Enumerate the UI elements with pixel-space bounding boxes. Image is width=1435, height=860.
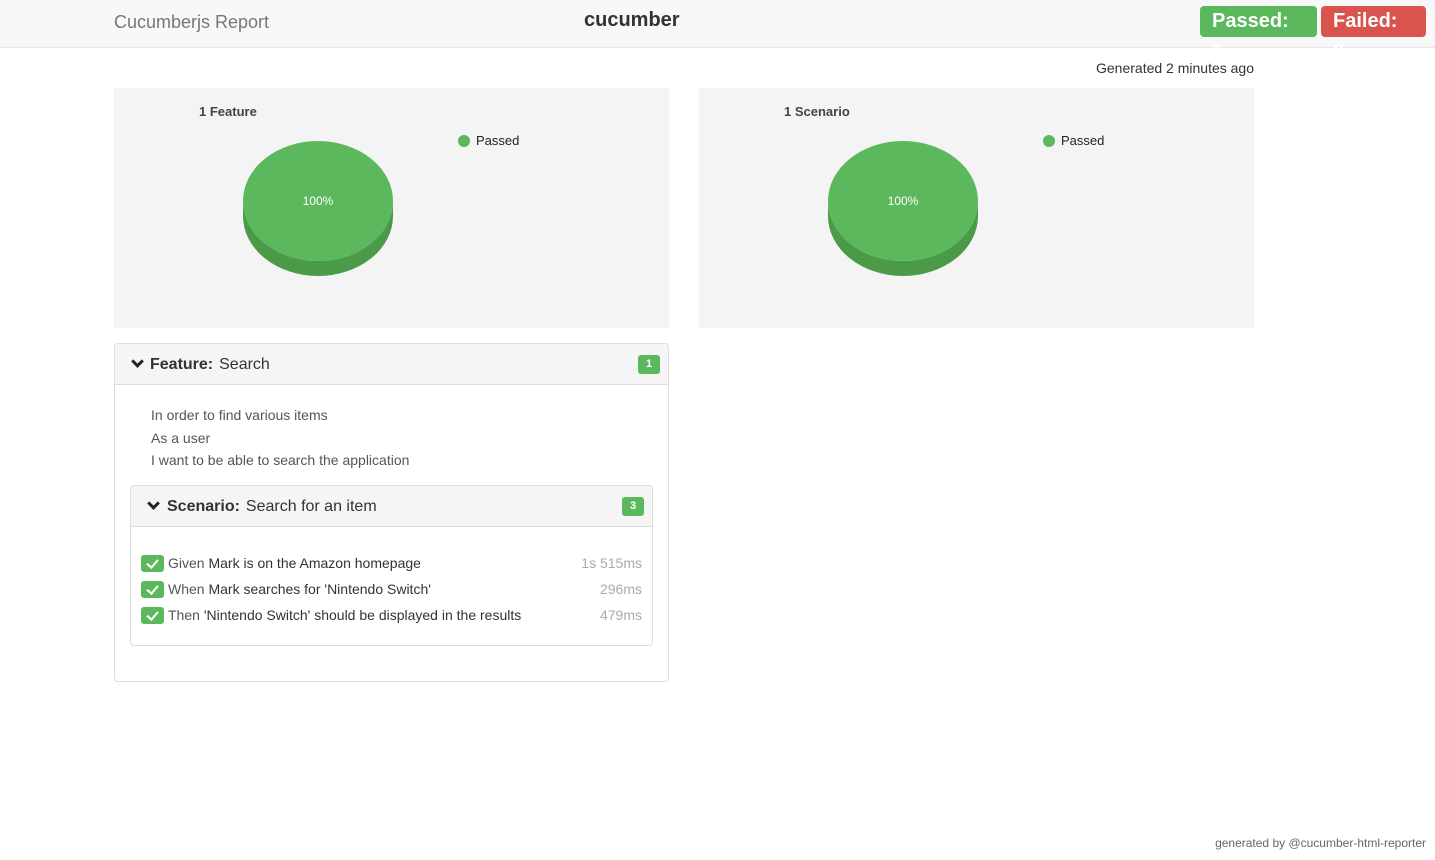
chart-legend[interactable]: Passed bbox=[458, 133, 519, 148]
step-row: When Mark searches for 'Nintendo Switch'… bbox=[141, 580, 642, 600]
step-name: Mark is on the Amazon homepage bbox=[208, 555, 421, 571]
feature-header[interactable]: Feature: Search 1 bbox=[115, 344, 668, 385]
step-text: Given Mark is on the Amazon homepage bbox=[168, 555, 421, 571]
feature-scenario-count-badge: 1 bbox=[638, 355, 660, 374]
footer-credit: generated by @cucumber-html-reporter bbox=[1215, 836, 1426, 850]
legend-dot-icon bbox=[1043, 134, 1055, 147]
step-text: When Mark searches for 'Nintendo Switch' bbox=[168, 581, 431, 597]
features-pie-chart: 100% bbox=[243, 141, 393, 276]
description-line: As a user bbox=[151, 429, 211, 446]
feature-panel: Feature: Search 1 In order to find variou… bbox=[114, 343, 669, 682]
description-line: In order to find various items bbox=[151, 407, 328, 423]
check-square-icon bbox=[141, 581, 164, 598]
feature-title: Feature: Search bbox=[150, 356, 270, 374]
chevron-down-icon[interactable] bbox=[147, 497, 160, 510]
step-name: 'Nintendo Switch' should be displayed in… bbox=[203, 607, 522, 623]
step-row: Then 'Nintendo Switch' should be display… bbox=[141, 606, 642, 626]
step-duration: 479ms bbox=[599, 607, 642, 623]
chart-legend[interactable]: Passed bbox=[1043, 133, 1104, 148]
check-square-icon bbox=[141, 607, 164, 624]
step-keyword: When bbox=[168, 581, 205, 597]
page-title: cucumber bbox=[584, 9, 680, 31]
brand-link[interactable]: Cucumberjs Report bbox=[114, 12, 269, 33]
legend-label: Passed bbox=[476, 133, 520, 148]
scenario-step-count-badge: 3 bbox=[622, 497, 644, 516]
description-line: I want to be able to search the applicat… bbox=[151, 452, 410, 468]
step-keyword: Then bbox=[168, 607, 200, 623]
features-chart-panel: 100% 1 Feature Passed bbox=[114, 88, 669, 328]
step-name: Mark searches for 'Nintendo Switch' bbox=[208, 581, 431, 597]
feature-keyword: Feature: bbox=[150, 356, 214, 373]
check-square-icon bbox=[141, 555, 164, 572]
feature-name: Search bbox=[219, 356, 270, 373]
feature-description: In order to find various items As a user… bbox=[151, 404, 409, 472]
generated-timestamp: Generated 2 minutes ago bbox=[1096, 60, 1254, 76]
scenario-title: Scenario: Search for an item bbox=[167, 498, 377, 516]
pie-slice-label: 100% bbox=[303, 194, 334, 208]
step-text: Then 'Nintendo Switch' should be display… bbox=[168, 607, 521, 623]
chart-title: 1 Scenario bbox=[784, 104, 850, 119]
passed-count-badge: Passed: 1 bbox=[1200, 6, 1317, 63]
scenario-keyword: Scenario: bbox=[167, 498, 240, 515]
scenario-panel: Scenario: Search for an item 3 Given Mark… bbox=[130, 485, 653, 646]
failed-count-badge: Failed: 0 bbox=[1321, 6, 1426, 63]
step-keyword: Given bbox=[168, 555, 205, 571]
scenario-name: Search for an item bbox=[245, 498, 377, 515]
scenario-header[interactable]: Scenario: Search for an item 3 bbox=[131, 486, 652, 527]
step-row: Given Mark is on the Amazon homepage 1s … bbox=[141, 554, 642, 574]
step-duration: 296ms bbox=[599, 581, 642, 597]
step-duration: 1s 515ms bbox=[581, 555, 642, 571]
navbar: Cucumberjs Report cucumber Passed: 1 Fai… bbox=[0, 0, 1435, 63]
pie-slice-label: 100% bbox=[888, 194, 919, 208]
chart-title: 1 Feature bbox=[199, 104, 257, 119]
scenarios-chart-panel: 100% 1 Scenario Passed bbox=[699, 88, 1254, 328]
scenarios-pie-chart: 100% bbox=[828, 141, 978, 276]
legend-dot-icon bbox=[458, 134, 470, 147]
legend-label: Passed bbox=[1061, 133, 1105, 148]
chevron-down-icon[interactable] bbox=[131, 355, 144, 368]
